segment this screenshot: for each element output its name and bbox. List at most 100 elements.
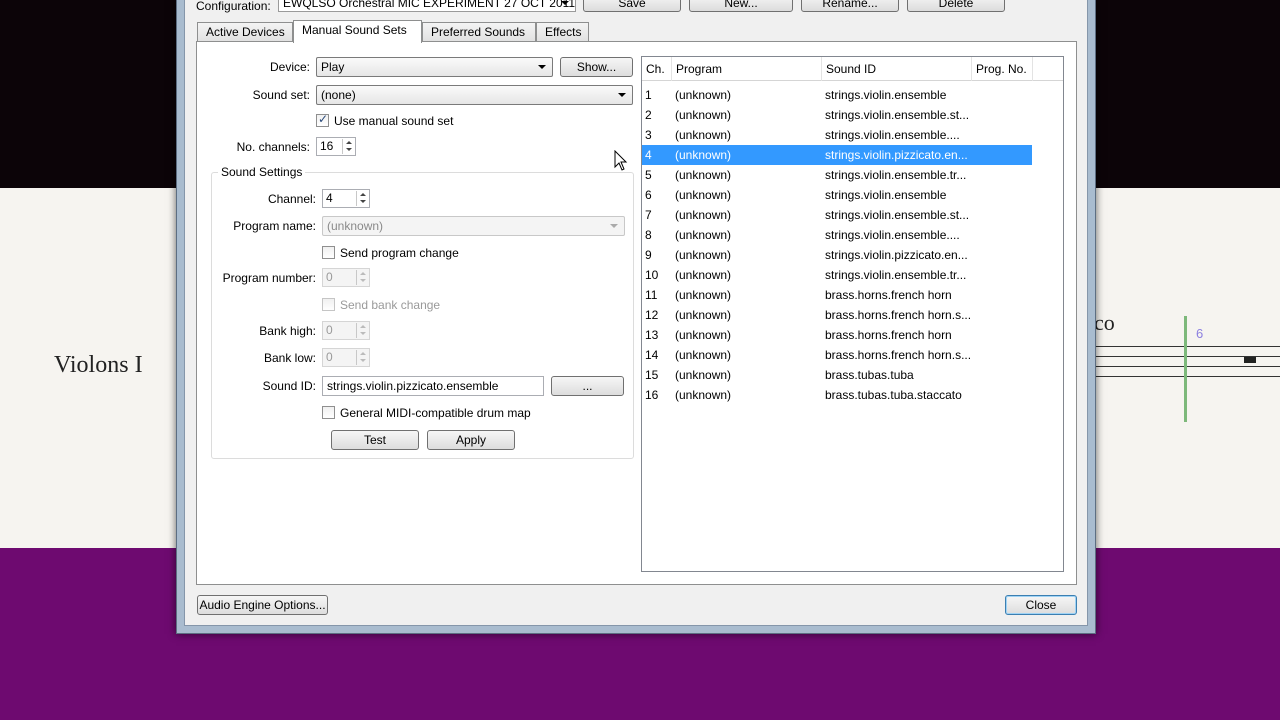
cell-ch: 8 — [645, 228, 652, 242]
spin-down-icon — [360, 359, 366, 362]
test-button[interactable]: Test — [331, 430, 419, 450]
sound-set-select[interactable]: (none) — [316, 85, 633, 105]
table-row[interactable]: 4 (unknown) strings.violin.pizzicato.en... — [642, 145, 1032, 165]
playback-line — [1184, 316, 1187, 422]
table-row[interactable]: 14 (unknown) brass.horns.french horn.s... — [642, 345, 1032, 365]
table-row[interactable]: 7 (unknown) strings.violin.ensemble.st... — [642, 205, 1032, 225]
table-row[interactable]: 11 (unknown) brass.horns.french horn — [642, 285, 1032, 305]
cell-sound-id: brass.horns.french horn — [825, 288, 952, 302]
cell-ch: 7 — [645, 208, 652, 222]
delete-button[interactable]: Delete — [907, 0, 1005, 12]
drum-map-checkbox[interactable] — [322, 406, 335, 419]
cell-sound-id: strings.violin.ensemble.... — [825, 228, 960, 242]
browse-sound-id-button[interactable]: ... — [551, 376, 624, 396]
cell-program: (unknown) — [675, 308, 732, 322]
cell-sound-id: brass.tubas.tuba — [825, 368, 914, 382]
cell-program: (unknown) — [675, 108, 732, 122]
cell-sound-id: brass.horns.french horn.s... — [825, 348, 972, 362]
sound-settings-group: Sound Settings Channel: 4 Program name: … — [211, 165, 634, 459]
cell-program: (unknown) — [675, 168, 732, 182]
column-header-ch[interactable]: Ch. — [642, 57, 672, 81]
chevron-down-icon — [538, 65, 546, 69]
tab-effects[interactable]: Effects — [536, 22, 589, 42]
use-manual-sound-set-label: Use manual sound set — [334, 114, 454, 128]
spin-up-icon — [360, 325, 366, 328]
spin-down-icon — [360, 279, 366, 282]
cell-program: (unknown) — [675, 148, 732, 162]
sound-id-field[interactable]: strings.violin.pizzicato.ensemble — [322, 376, 544, 396]
table-row[interactable]: 13 (unknown) brass.horns.french horn — [642, 325, 1032, 345]
bank-low-label: Bank low: — [263, 351, 316, 365]
cell-sound-id: strings.violin.ensemble.... — [825, 128, 960, 142]
column-header-sound-id[interactable]: Sound ID — [822, 57, 972, 81]
close-button[interactable]: Close — [1005, 595, 1077, 615]
cell-sound-id: strings.violin.ensemble — [825, 88, 947, 102]
cell-ch: 10 — [645, 268, 659, 282]
chevron-down-icon — [561, 1, 569, 5]
table-row[interactable]: 16 (unknown) brass.tubas.tuba.staccato — [642, 385, 1032, 405]
program-number-stepper[interactable]: 0 — [322, 268, 370, 287]
program-number-value: 0 — [326, 270, 333, 284]
device-value: Play — [321, 60, 345, 74]
table-row[interactable]: 3 (unknown) strings.violin.ensemble.... — [642, 125, 1032, 145]
table-row[interactable]: 10 (unknown) strings.violin.ensemble.tr... — [642, 265, 1032, 285]
send-bank-change-label: Send bank change — [340, 298, 441, 312]
spin-down-icon — [346, 148, 352, 151]
cell-sound-id: brass.tubas.tuba.staccato — [825, 388, 962, 402]
cell-ch: 6 — [645, 188, 652, 202]
cell-ch: 3 — [645, 128, 652, 142]
table-row[interactable]: 8 (unknown) strings.violin.ensemble.... — [642, 225, 1032, 245]
cell-ch: 1 — [645, 88, 652, 102]
cell-program: (unknown) — [675, 328, 732, 342]
table-row[interactable]: 5 (unknown) strings.violin.ensemble.tr... — [642, 165, 1032, 185]
send-bank-change-checkbox[interactable] — [322, 298, 335, 311]
column-header-prog-no[interactable]: Prog. No. — [972, 57, 1033, 81]
dialog-body: Configuration: EWQLSO Orchestral MIC EXP… — [184, 0, 1088, 626]
send-program-change-checkbox[interactable] — [322, 246, 335, 259]
cell-program: (unknown) — [675, 88, 732, 102]
table-row[interactable]: 12 (unknown) brass.horns.french horn.s... — [642, 305, 1032, 325]
cell-sound-id: strings.violin.ensemble.tr... — [825, 168, 967, 182]
bank-high-value: 0 — [326, 323, 333, 337]
tab-preferred-sounds[interactable]: Preferred Sounds — [422, 22, 536, 42]
table-row[interactable]: 1 (unknown) strings.violin.ensemble — [642, 85, 1032, 105]
bank-low-stepper[interactable]: 0 — [322, 348, 370, 367]
channel-stepper[interactable]: 4 — [322, 189, 370, 208]
mouse-cursor-icon — [614, 150, 628, 171]
program-number-label: Program number: — [222, 271, 316, 285]
device-select[interactable]: Play — [316, 57, 553, 77]
channels-stepper[interactable]: 16 — [316, 137, 356, 156]
tab-manual-sound-sets[interactable]: Manual Sound Sets — [293, 20, 422, 43]
save-button[interactable]: Save — [583, 0, 681, 12]
cell-ch: 12 — [645, 308, 659, 322]
cell-program: (unknown) — [675, 368, 732, 382]
use-manual-sound-set-checkbox[interactable] — [316, 112, 329, 127]
chevron-down-icon — [618, 93, 626, 97]
score-fragment: co 6 — [1094, 300, 1280, 430]
score-text: co — [1094, 310, 1115, 335]
table-row[interactable]: 15 (unknown) brass.tubas.tuba — [642, 365, 1032, 385]
new-button[interactable]: New... — [689, 0, 793, 12]
program-name-value: (unknown) — [327, 219, 384, 233]
configuration-value: EWQLSO Orchestral MIC EXPERIMENT 27 OCT … — [283, 0, 576, 10]
configuration-select[interactable]: EWQLSO Orchestral MIC EXPERIMENT 27 OCT … — [278, 0, 576, 12]
apply-button[interactable]: Apply — [427, 430, 515, 450]
channel-list[interactable]: Ch. Program Sound ID Prog. No. 1 (unknown… — [641, 56, 1064, 572]
cell-ch: 16 — [645, 388, 659, 402]
cell-ch: 15 — [645, 368, 659, 382]
table-row[interactable]: 2 (unknown) strings.violin.ensemble.st... — [642, 105, 1032, 125]
send-program-change-label: Send program change — [340, 246, 459, 260]
rename-button[interactable]: Rename... — [801, 0, 899, 12]
column-header-program[interactable]: Program — [672, 57, 822, 81]
cell-sound-id: strings.violin.pizzicato.en... — [825, 148, 968, 162]
table-row[interactable]: 6 (unknown) strings.violin.ensemble — [642, 185, 1032, 205]
tab-active-devices[interactable]: Active Devices — [197, 22, 293, 42]
channels-value: 16 — [320, 139, 334, 153]
bank-high-stepper[interactable]: 0 — [322, 321, 370, 340]
cell-sound-id: strings.violin.ensemble.tr... — [825, 268, 967, 282]
audio-engine-options-button[interactable]: Audio Engine Options... — [197, 595, 328, 615]
table-row[interactable]: 9 (unknown) strings.violin.pizzicato.en... — [642, 245, 1032, 265]
show-button[interactable]: Show... — [560, 57, 633, 77]
program-name-select[interactable]: (unknown) — [322, 216, 625, 236]
cell-sound-id: strings.violin.ensemble.st... — [825, 108, 970, 122]
